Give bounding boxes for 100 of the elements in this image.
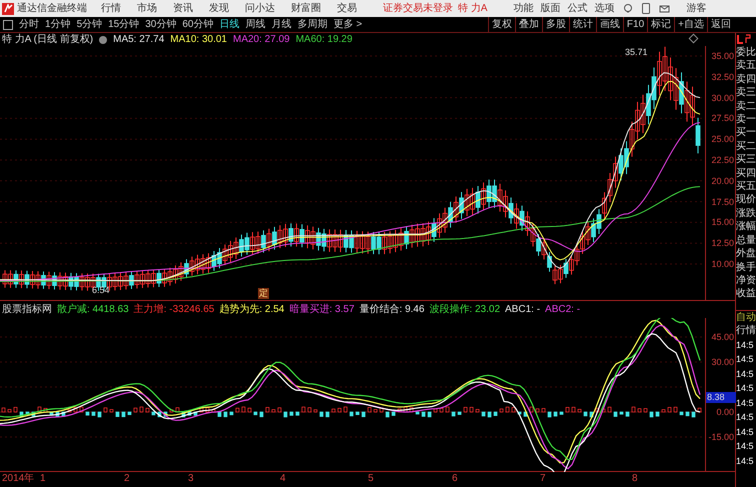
period-tab[interactable]: 1分钟 [45,17,71,32]
trade-time: 14:5 [736,426,755,439]
app-name: 通达信金融终端 [17,2,87,16]
price-axis-label: 12.50 [711,238,734,248]
price-axis-label: 30.00 [711,92,734,103]
quote-field-label: 买一 [736,126,756,140]
quote-field-label: 涨跌 [736,206,756,220]
trade-time: 14:5 [736,396,755,410]
period-tab[interactable]: 30分钟 [145,17,176,32]
toolbar-button[interactable]: 叠加 [514,17,542,32]
quote-field-label: 外盘 [736,247,756,260]
menu-item[interactable]: 发现 [209,1,229,16]
period-tab[interactable]: 周线 [246,17,266,32]
current-value-label: 8.38 [706,392,736,404]
ma-value: MA60: 19.29 [296,33,352,47]
period-tab[interactable]: 月线 [272,17,292,32]
quote-field-label: 现价 [736,193,756,207]
time-axis-label: 2014年 [2,473,34,485]
trade-time: 14:5 [736,353,755,366]
quote-field-label: 买五 [736,180,756,194]
quote-field-label: 买三 [736,153,756,167]
toolbar-button[interactable]: 多股 [542,17,569,32]
auto-label[interactable]: 自动 [736,310,756,324]
indicator-name: 股票指标网 [2,302,52,317]
quote-field-label: 卖一 [736,113,756,126]
price-axis-label: 20.00 [711,176,734,186]
trade-time: 14:5 [736,411,755,424]
toolbar-button[interactable]: 统计 [568,17,596,32]
menu-item[interactable]: 行情 [101,1,121,16]
toolbar-button[interactable]: +自选 [674,17,707,32]
price-axis-label: 25.00 [711,134,734,144]
menu-item[interactable]: 财富圈 [291,1,321,16]
period-tab[interactable]: 更多 > [334,17,362,32]
quote-tab[interactable]: 行情 [736,324,756,338]
quote-field-label: 卖二 [736,100,756,114]
time-axis-label: 4 [280,473,286,485]
event-marker[interactable]: 定 [258,288,269,299]
period-tab[interactable]: 15分钟 [108,17,140,32]
toolbar-button[interactable]: 复权 [488,17,515,32]
price-axis-label: 27.50 [711,113,734,124]
indicator-value: 量价结合: 9.46 [359,302,424,317]
menu-item[interactable]: 资讯 [173,1,193,16]
low-price-label: 6.54 [92,284,110,297]
indicator-axis-label: -15.00 [708,432,734,442]
quote-field-label: 卖五 [736,59,756,73]
price-axis-label: 15.00 [711,217,734,228]
trade-time: 14:5 [736,440,755,454]
indicator-value: 波段操作: 23.02 [429,302,500,317]
quote-field-label: 委比 [736,46,756,60]
quote-field-label: 总量 [736,234,756,248]
quote-field-label: 买四 [736,166,756,180]
time-axis-label: 7 [540,473,546,485]
ma-value: MA10: 30.01 [170,33,227,47]
indicator-axis-label: 0.00 [716,407,734,417]
price-axis-label: 17.50 [711,196,734,207]
toolbar-button[interactable]: 画线 [596,17,623,32]
indicator-axis-label: 30.00 [711,356,734,367]
quote-field-label: 换手 [736,260,756,274]
indicator-value: ABC1: - [505,303,540,317]
toolbar-button[interactable]: F10 [622,17,648,32]
period-tab[interactable]: 60分钟 [182,17,214,32]
toolbar-button[interactable]: 标记 [647,17,674,32]
menu-item[interactable]: 问小达 [245,1,275,16]
period-tab[interactable]: 多周期 [298,17,328,32]
period-tab[interactable]: 日线 [220,17,240,32]
time-axis-label: 5 [368,473,374,485]
period-tab[interactable]: 5分钟 [76,17,102,32]
trade-time: 14:5 [736,382,755,396]
indicator-value: ABC2: - [545,303,580,317]
time-axis-label: 1 [40,473,46,485]
trade-time: 14:5 [736,368,755,381]
menu-item[interactable]: 交易 [337,1,357,16]
menu-item[interactable]: 功能 [513,1,534,16]
login-status[interactable]: 证券交易未登录 [383,1,453,16]
indicator-axis-label: 45.00 [711,332,734,342]
quote-field-label: 收益 [736,287,756,301]
indicator-value: 趋势为先: 2.54 [219,302,284,317]
trade-time: 14:5 [736,338,755,352]
quote-field-label: 涨幅 [736,220,756,234]
quote-field-label: 买二 [736,140,756,154]
indicator-value: 主力增: -33246.65 [134,302,214,317]
menu-item[interactable]: 版面 [540,1,560,16]
menu-item[interactable]: 公式 [567,1,588,16]
time-axis-label: 8 [632,473,638,485]
price-axis-label: 35.00 [711,51,734,61]
time-axis-label: 2 [124,473,130,485]
time-axis-label: 3 [188,473,194,485]
ma-value: MA5: 27.74 [113,33,164,47]
period-tab[interactable]: 分时 [19,17,39,32]
toolbar-button[interactable]: 返回 [707,17,734,32]
user-name[interactable]: 游客 [686,1,706,16]
price-axis-label: 22.50 [711,155,734,165]
indicator-value: 散户减: 4418.63 [57,302,129,317]
quote-field-label: 卖三 [736,86,756,100]
stock-name: 特 力A [458,2,488,16]
menu-item[interactable]: 选项 [594,1,614,16]
chart-title: 特 力A (日线 前复权) [2,32,94,47]
indicator-value: 暗量买进: 3.57 [289,302,354,317]
high-price-label: 35.71 [625,46,648,59]
menu-item[interactable]: 市场 [137,1,157,16]
